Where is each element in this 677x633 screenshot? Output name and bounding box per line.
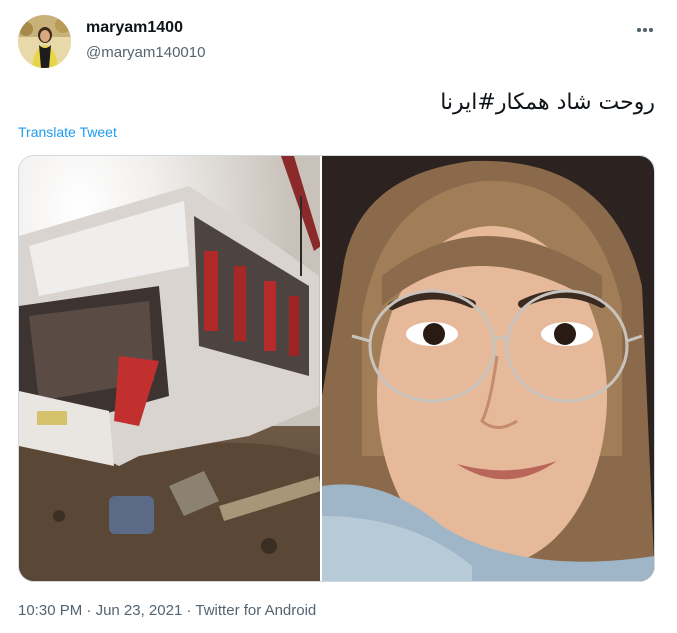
tweet-metadata: 10:30 PM · Jun 23, 2021 · Twitter for An… xyxy=(18,602,316,619)
more-dot xyxy=(637,28,641,32)
translate-tweet-link[interactable]: Translate Tweet xyxy=(18,124,117,140)
photo-bus-wreckage[interactable] xyxy=(19,156,323,581)
more-dot xyxy=(643,28,647,32)
woman-portrait-image xyxy=(322,156,654,581)
profile-avatar[interactable] xyxy=(18,15,71,68)
tweet-date[interactable]: Jun 23, 2021 xyxy=(96,602,183,619)
more-options-icon[interactable] xyxy=(633,18,657,42)
meta-separator: · xyxy=(86,602,92,619)
bus-wreckage-image xyxy=(19,156,321,581)
tweet-time[interactable]: 10:30 PM xyxy=(18,602,82,619)
author-handle[interactable]: @maryam140010 xyxy=(86,44,205,61)
tweet-text: روحت شاد همکار#ایرنا xyxy=(440,90,655,115)
tweet-source[interactable]: Twitter for Android xyxy=(195,602,316,619)
more-dot xyxy=(649,28,653,32)
meta-separator: · xyxy=(186,602,192,619)
photo-woman-portrait[interactable] xyxy=(322,156,654,581)
avatar-image xyxy=(18,15,71,68)
author-display-name[interactable]: maryam1400 xyxy=(86,19,183,37)
tweet-card: maryam1400 @maryam140010 روحت شاد همکار#… xyxy=(0,0,677,633)
tweet-media xyxy=(18,155,655,582)
